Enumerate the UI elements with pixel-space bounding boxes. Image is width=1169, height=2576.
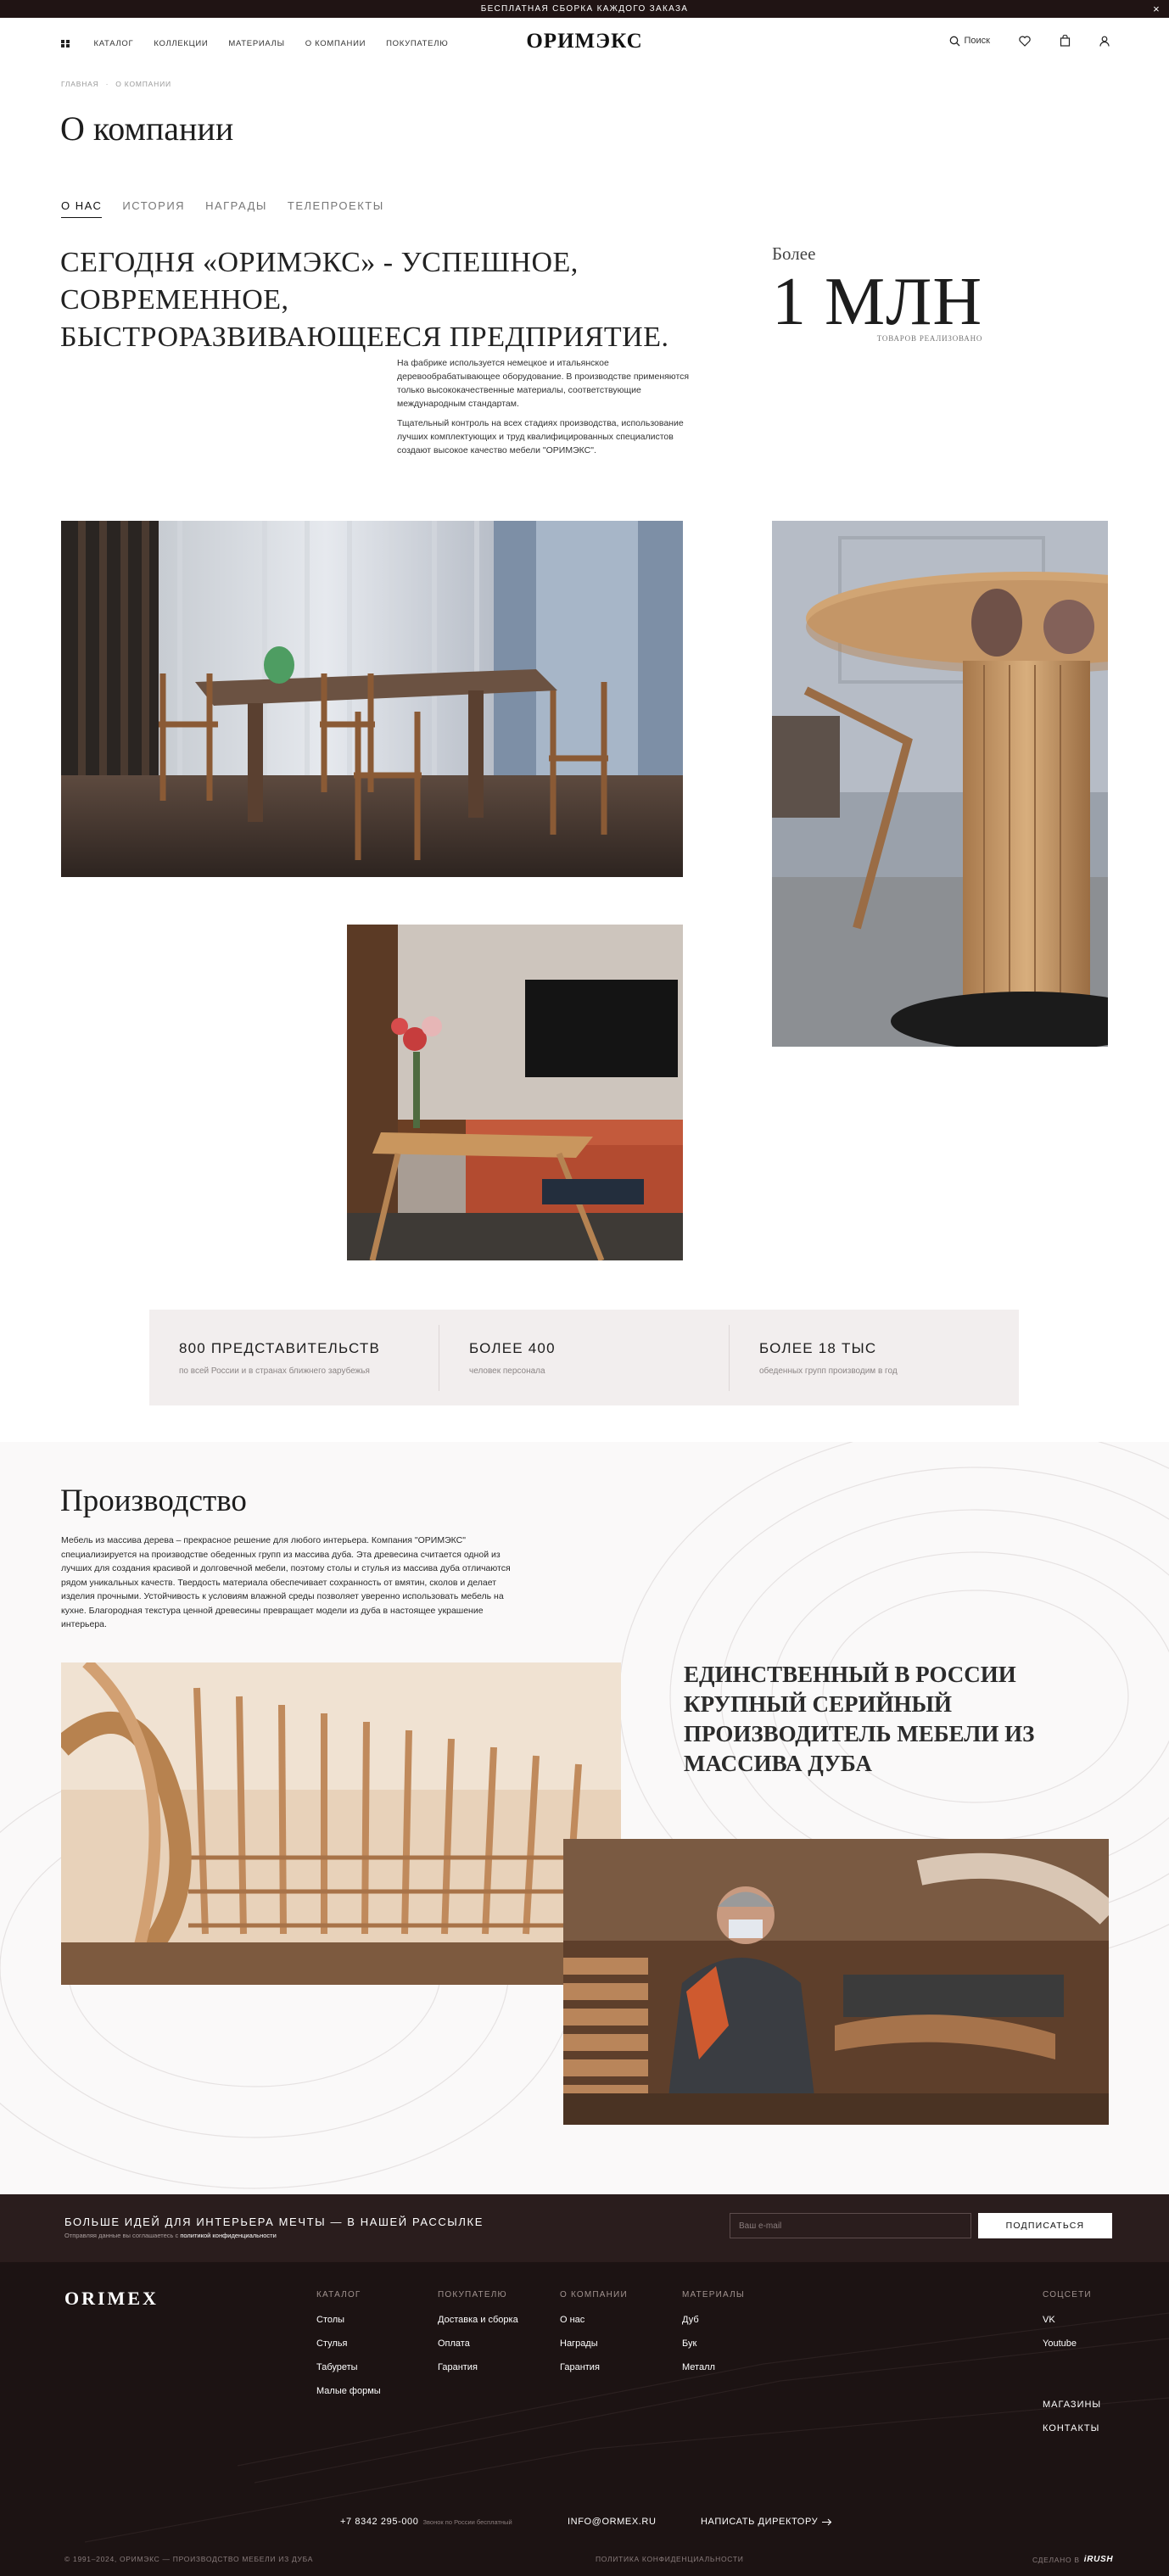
about-tabs: О НАС ИСТОРИЯ НАГРАДЫ ТЕЛЕПРОЕКТЫ xyxy=(61,199,384,218)
fact-description: человек персонала xyxy=(469,1366,545,1376)
write-director-link[interactable]: НАПИСАТЬ ДИРЕКТОРУ xyxy=(701,2517,832,2527)
stat-prefix: Более xyxy=(772,243,816,264)
promo-text: БЕСПЛАТНАЯ СБОРКА КАЖДОГО ЗАКАЗА xyxy=(480,4,689,14)
photo-round-table xyxy=(772,521,1108,1047)
photo-craftsman xyxy=(563,1839,1109,2125)
footer-link[interactable]: О нас xyxy=(560,2315,628,2325)
footer-column-heading: О КОМПАНИИ xyxy=(560,2290,628,2299)
phone-note: Звонок по России бесплатный xyxy=(422,2517,512,2526)
copyright: © 1991–2024, ОРИМЭКС — ПРОИЗВОДСТВО МЕБЕ… xyxy=(64,2555,314,2563)
subscribe-button[interactable]: ПОДПИСАТЬСЯ xyxy=(978,2213,1112,2238)
facts-bar: 800 ПРЕДСТАВИТЕЛЬСТВ по всей России и в … xyxy=(149,1310,1019,1405)
search-icon xyxy=(949,36,959,46)
footer-column-materials: МАТЕРИАЛЫ Дуб Бук Металл xyxy=(682,2290,745,2386)
newsletter-consent-text: Отправляя данные вы соглашаетесь с xyxy=(64,2232,179,2239)
production-text: Мебель из массива дерева – прекрасное ре… xyxy=(61,1535,511,1629)
tab-history[interactable]: ИСТОРИЯ xyxy=(122,199,185,218)
breadcrumb-home[interactable]: ГЛАВНАЯ xyxy=(61,80,99,88)
tab-tv-projects[interactable]: ТЕЛЕПРОЕКТЫ xyxy=(288,199,384,218)
newsletter-title: БОЛЬШЕ ИДЕЙ ДЛЯ ИНТЕРЬЕРА МЕЧТЫ — В НАШЕ… xyxy=(64,2216,484,2228)
cart-icon[interactable] xyxy=(1060,35,1071,47)
footer-logo[interactable]: ORIMEX xyxy=(64,2288,159,2310)
page-title: О компании xyxy=(60,109,234,148)
lead-text: На фабрике используется немецкое и италь… xyxy=(397,356,690,463)
newsletter-consent: Отправляя данные вы соглашаетесь с полит… xyxy=(64,2232,277,2239)
footer-column-heading: КАТАЛОГ xyxy=(316,2290,361,2299)
write-director-label: НАПИСАТЬ ДИРЕКТОРУ xyxy=(701,2517,819,2527)
footer-phone: +7 8342 295-000 Звонок по России бесплат… xyxy=(340,2517,512,2527)
made-by[interactable]: СДЕЛАНО В iRUSH xyxy=(1032,2555,1113,2564)
fact-title: БОЛЕЕ 18 ТЫС xyxy=(759,1339,877,1356)
footer-column-catalog: КАТАЛОГ Столы Стулья Табуреты Малые форм… xyxy=(316,2290,381,2410)
user-icon[interactable] xyxy=(1099,36,1110,47)
footer-link[interactable]: Бук xyxy=(682,2339,745,2349)
fact-description: обеденных групп производим в год xyxy=(759,1366,898,1376)
breadcrumb: ГЛАВНАЯ · О КОМПАНИИ xyxy=(61,80,171,88)
site-footer: ORIMEX КАТАЛОГ Столы Стулья Табуреты Мал… xyxy=(0,2262,1169,2576)
email-link[interactable]: INFO@ORMEX.RU xyxy=(568,2517,657,2527)
privacy-policy-footer-link[interactable]: ПОЛИТИКА КОНФИДЕНЦИАЛЬНОСТИ xyxy=(596,2555,744,2563)
footer-link[interactable]: Металл xyxy=(682,2362,745,2372)
photo-chair-production xyxy=(61,1662,621,1985)
fact-title: БОЛЕЕ 400 xyxy=(469,1339,556,1356)
footer-link[interactable]: Стулья xyxy=(316,2339,381,2349)
footer-column-heading: МАТЕРИАЛЫ xyxy=(682,2290,745,2299)
footer-link[interactable]: Награды xyxy=(560,2339,628,2349)
production-title: Производство xyxy=(60,1484,247,1518)
fact-item: БОЛЕЕ 400 человек персонала xyxy=(439,1324,729,1391)
lead-paragraph-1: На фабрике используется немецкое и италь… xyxy=(397,358,690,409)
breadcrumb-separator: · xyxy=(105,80,109,88)
photo-dining-room xyxy=(61,521,683,877)
footer-link-vk[interactable]: VK xyxy=(1043,2315,1101,2325)
production-headline: Единственный в России крупный серийный п… xyxy=(684,1662,1035,1776)
breadcrumb-current: О КОМПАНИИ xyxy=(115,80,171,88)
footer-email: INFO@ORMEX.RU xyxy=(568,2517,657,2527)
stat-value: 1 МЛН xyxy=(772,265,983,339)
footer-link[interactable]: Доставка и сборка xyxy=(438,2315,518,2325)
close-icon[interactable]: × xyxy=(1153,3,1161,15)
footer-column-heading: ПОКУПАТЕЛЮ xyxy=(438,2290,507,2299)
agency-logo: iRUSH xyxy=(1083,2555,1114,2564)
tab-about-us[interactable]: О НАС xyxy=(61,199,103,218)
footer-link-contacts[interactable]: КОНТАКТЫ xyxy=(1043,2423,1101,2434)
phone-link[interactable]: +7 8342 295-000 xyxy=(340,2517,419,2527)
made-by-label: СДЕЛАНО В xyxy=(1032,2555,1080,2564)
footer-column-social: СОЦСЕТИ VK Youtube МАГАЗИНЫ КОНТАКТЫ xyxy=(1043,2290,1101,2447)
tab-awards[interactable]: НАГРАДЫ xyxy=(205,199,267,218)
site-header: КАТАЛОГ КОЛЛЕКЦИИ МАТЕРИАЛЫ О КОМПАНИИ П… xyxy=(0,18,1169,69)
search-label: Поиск xyxy=(964,36,990,46)
photo-living-room xyxy=(347,925,683,1260)
footer-link[interactable]: Малые формы xyxy=(316,2386,381,2396)
footer-link-youtube[interactable]: Youtube xyxy=(1043,2339,1101,2349)
footer-link[interactable]: Оплата xyxy=(438,2339,518,2349)
lead-headline: Сегодня «ОРИМЭКС» - успешное, современно… xyxy=(60,247,669,353)
stat-sold: Более 1 МЛН ТОВАРОВ РЕАЛИЗОВАНО xyxy=(772,243,982,343)
footer-link[interactable]: Гарантия xyxy=(560,2362,628,2372)
fact-item: БОЛЕЕ 18 ТЫС обеденных групп производим … xyxy=(729,1324,1019,1391)
fact-title: 800 ПРЕДСТАВИТЕЛЬСТВ xyxy=(179,1339,381,1356)
footer-link-stores[interactable]: МАГАЗИНЫ xyxy=(1043,2400,1101,2410)
search-button[interactable]: Поиск xyxy=(949,36,990,47)
footer-link[interactable]: Дуб xyxy=(682,2315,745,2325)
promo-bar: БЕСПЛАТНАЯ СБОРКА КАЖДОГО ЗАКАЗА × xyxy=(0,0,1169,18)
heart-icon[interactable] xyxy=(1019,36,1031,47)
footer-column-company: О КОМПАНИИ О нас Награды Гарантия xyxy=(560,2290,628,2386)
fact-description: по всей России и в странах ближнего зару… xyxy=(179,1366,370,1376)
footer-column-heading: СОЦСЕТИ xyxy=(1043,2290,1092,2299)
arrow-right-icon xyxy=(822,2518,832,2525)
footer-link[interactable]: Столы xyxy=(316,2315,381,2325)
privacy-policy-link[interactable]: политикой конфиденциальности xyxy=(180,2232,276,2239)
email-field[interactable] xyxy=(730,2213,971,2238)
footer-link[interactable]: Гарантия xyxy=(438,2362,518,2372)
lead-paragraph-2: Тщательный контроль на всех стадиях прои… xyxy=(397,418,684,455)
footer-link[interactable]: Табуреты xyxy=(316,2362,381,2372)
newsletter-section: БОЛЬШЕ ИДЕЙ ДЛЯ ИНТЕРЬЕРА МЕЧТЫ — В НАШЕ… xyxy=(0,2194,1169,2262)
footer-column-customer: ПОКУПАТЕЛЮ Доставка и сборка Оплата Гара… xyxy=(438,2290,518,2386)
fact-item: 800 ПРЕДСТАВИТЕЛЬСТВ по всей России и в … xyxy=(149,1325,439,1391)
header-actions: Поиск xyxy=(949,35,1110,47)
